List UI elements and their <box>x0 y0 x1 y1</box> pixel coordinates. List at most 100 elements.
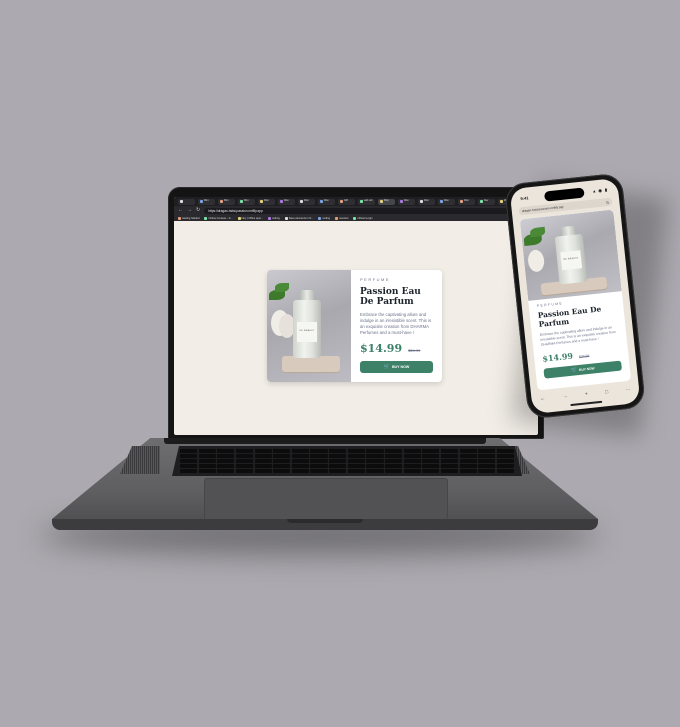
original-price: $24.99 <box>408 348 421 353</box>
keyboard-key <box>385 469 403 473</box>
keyboard-key <box>440 449 459 453</box>
browser-tab[interactable]: Mini <box>238 198 255 205</box>
keyboard-key <box>385 464 403 468</box>
bottle-label: DE BRAEST <box>560 250 583 271</box>
keyboard-key <box>478 449 496 453</box>
reload-icon[interactable]: ↻ <box>196 208 200 213</box>
bookmark-icon <box>237 216 241 220</box>
keyboard-key <box>496 464 514 468</box>
browser-tab[interactable]: Wen <box>278 198 295 205</box>
keyboard-key <box>273 464 291 468</box>
keyboard-key <box>403 459 421 463</box>
keyboard-key <box>440 469 459 473</box>
phone-product-details: PERFUME Passion Eau De Parfum Embrace th… <box>529 295 630 379</box>
keyboard-key <box>403 469 421 473</box>
bookmark-icon <box>268 216 272 220</box>
browser-tab[interactable]: Wen <box>318 198 335 205</box>
keyboard-key <box>329 449 347 453</box>
laptop-hinge <box>164 438 486 444</box>
product-description: Embrace the captivating allure and indul… <box>360 312 432 335</box>
current-price: $14.99 <box>360 342 403 355</box>
keyboard-key <box>180 454 198 458</box>
keyboard-key <box>366 454 384 458</box>
keyboard-key <box>347 454 365 458</box>
bookmark-item[interactable]: mentors <box>335 216 348 220</box>
tab-label: Wen <box>424 199 429 203</box>
phone-toolbar-icon[interactable]: ← <box>540 396 546 402</box>
keyboard-key <box>273 459 291 463</box>
keyboard-key <box>347 464 365 468</box>
tab-favicon-icon <box>320 200 323 203</box>
forward-icon[interactable]: → <box>187 208 192 213</box>
status-time: 9:41 <box>520 194 529 201</box>
keyboard-key <box>291 449 309 453</box>
bookmark-label: cPanel Login <box>357 216 373 220</box>
browser-tab[interactable]: Mop <box>378 198 395 205</box>
browser-tab[interactable]: Wen <box>398 198 415 205</box>
tab-label: Mini <box>224 199 229 203</box>
tab-label: Wen <box>304 199 309 203</box>
keyboard-key <box>459 459 477 463</box>
cart-icon: 🛒 <box>570 366 578 374</box>
keyboard-key <box>496 454 514 458</box>
keyboard-key <box>385 454 403 458</box>
browser-tab[interactable] <box>178 198 195 205</box>
bookmark-icon <box>204 216 208 220</box>
bookmark-item[interactable]: cPanel Login <box>353 216 373 220</box>
browser-tab[interactable]: Mini <box>218 198 235 205</box>
tab-favicon-icon <box>360 200 363 203</box>
trackpad <box>204 478 448 520</box>
tab-favicon-icon <box>420 200 423 203</box>
browser-tab[interactable]: ARI <box>338 198 355 205</box>
browser-tab[interactable]: Wen <box>298 198 315 205</box>
bookmark-icon <box>178 216 181 220</box>
bookmark-item[interactable]: coding <box>318 216 330 220</box>
keyboard-key <box>329 454 347 458</box>
bookmark-label: Getting Started <box>182 216 200 220</box>
phone-toolbar-icon[interactable]: + <box>585 391 589 397</box>
browser-tab[interactable]: Wen <box>438 198 455 205</box>
browser-tab[interactable]: Wen <box>458 198 475 205</box>
back-icon[interactable]: ← <box>178 208 183 213</box>
phone-product-image: DE BRAEST <box>519 209 622 301</box>
bookmark-item[interactable]: Save elements in N... <box>284 216 313 220</box>
bookmark-item[interactable]: Getting Started <box>178 216 200 220</box>
phone-reload-icon[interactable]: ↻ <box>606 199 610 204</box>
keyboard-key <box>180 459 198 463</box>
address-field[interactable]: https://dragan-hstal-passion.netlify.app <box>204 207 517 214</box>
phone-toolbar-icon[interactable]: ··· <box>625 387 631 393</box>
tab-label: ARI <box>344 199 348 203</box>
browser-tab[interactable]: add sub <box>358 198 375 205</box>
keyboard-key <box>273 449 291 453</box>
phone-buy-now-button[interactable]: 🛒 BUY NOW <box>543 360 623 379</box>
bookmark-icon <box>318 216 322 220</box>
keyboard-key <box>478 459 496 463</box>
tab-label: Wen <box>284 199 289 203</box>
keyboard-key <box>217 454 235 458</box>
laptop-lid: Mini Mini Mini Wen Wen Wen Wen ARI add sub Mop Wen… <box>168 187 544 439</box>
browser-tab[interactable]: Wen <box>418 198 435 205</box>
decor-sculpture <box>527 249 546 273</box>
tab-favicon-icon <box>300 200 303 203</box>
browser-tab[interactable]: Wen <box>258 198 275 205</box>
buy-now-button[interactable]: 🛒 BUY NOW <box>360 361 433 373</box>
bookmark-item[interactable]: Online Courses - S... <box>204 216 233 220</box>
keyboard-key <box>180 464 198 468</box>
keyboard <box>172 446 522 476</box>
perfume-bottle: DE BRAEST <box>554 233 588 285</box>
phone-toolbar-icon[interactable]: → <box>562 393 568 399</box>
tab-label: Mini <box>244 199 249 203</box>
buy-now-label: BUY NOW <box>391 365 410 369</box>
phone-toolbar-icon[interactable]: □ <box>605 389 609 395</box>
browser-tab[interactable]: Mini <box>198 198 215 205</box>
browser-tab[interactable]: Dev <box>478 198 495 205</box>
tab-favicon-icon <box>460 200 463 203</box>
keyboard-key <box>235 459 254 463</box>
bookmark-item[interactable]: Isby | Office oper... <box>237 216 263 220</box>
bookmark-item[interactable]: coding <box>268 216 280 220</box>
keyboard-key <box>496 449 514 453</box>
keyboard-key <box>310 464 328 468</box>
keyboard-key <box>310 469 328 473</box>
tab-favicon-icon <box>220 200 223 203</box>
product-image: DE BRAEST <box>267 270 351 382</box>
